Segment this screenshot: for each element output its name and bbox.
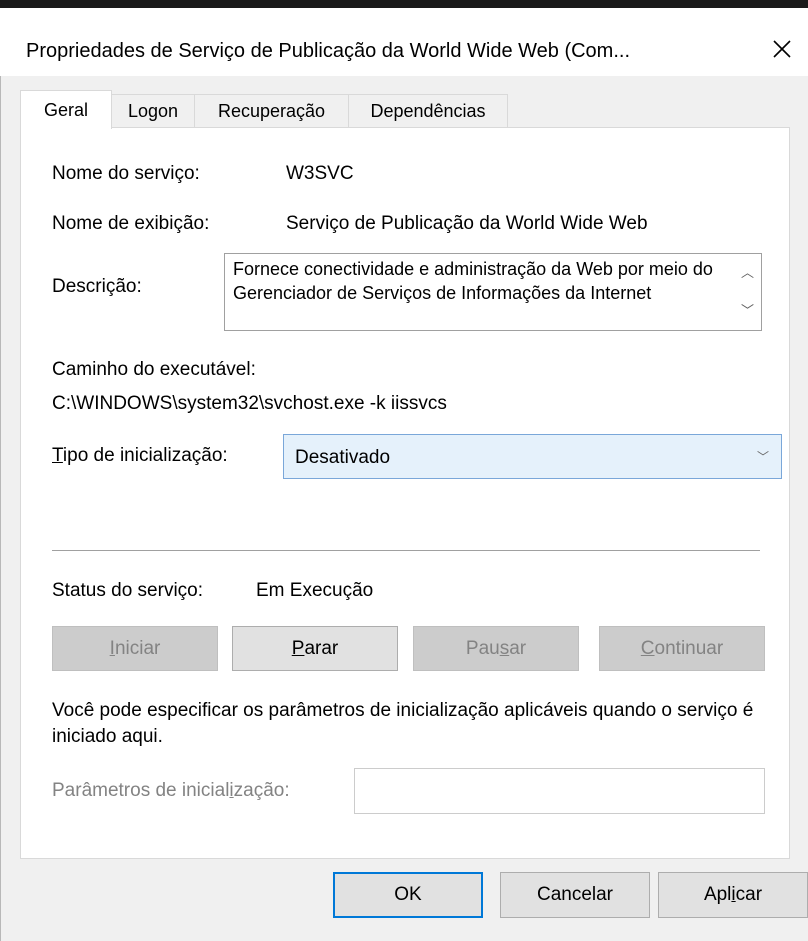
window-title: Propriedades de Serviço de Publicação da… <box>26 40 630 62</box>
tab-logon[interactable]: Logon <box>111 94 195 127</box>
tab-label: Geral <box>43 99 88 120</box>
service-status-value: Em Execução <box>256 580 374 601</box>
scroll-down-icon[interactable]: ﹀ <box>741 300 754 319</box>
screen-top-strip <box>0 0 808 8</box>
close-icon <box>773 40 791 58</box>
continue-button[interactable]: Continuar <box>599 626 765 671</box>
exe-path-value: C:\WINDOWS\system32\svchost.exe -k iissv… <box>52 393 447 414</box>
pause-button[interactable]: Pau s ar <box>413 626 579 671</box>
startup-params-input[interactable] <box>354 768 765 814</box>
cancel-button[interactable]: Cancelar <box>500 872 650 918</box>
tab-label: Dependências <box>370 100 486 121</box>
description-label: Descrição: <box>52 276 142 297</box>
separator <box>52 550 760 551</box>
startup-type-label: Tipo de inicialização: <box>52 445 228 466</box>
startup-type-select[interactable]: Desativado ﹀ <box>283 434 782 479</box>
startup-params-label: Parâmetros de inicialização: <box>52 780 290 801</box>
service-name-label: Nome do serviço: <box>52 163 200 184</box>
chevron-down-icon: ﹀ <box>756 450 769 464</box>
service-status-label: Status do serviço: <box>52 580 204 601</box>
stop-button[interactable]: Parar <box>232 626 398 671</box>
window-border <box>0 8 1 941</box>
scroll-up-icon[interactable]: ︿ <box>741 262 754 281</box>
apply-button[interactable]: Apl i car <box>658 872 808 918</box>
close-button[interactable] <box>759 26 805 72</box>
tab-label: Logon <box>127 100 179 121</box>
startup-type-value: Desativado <box>295 447 391 468</box>
display-name-value: Serviço de Publicação da World Wide Web <box>286 213 648 234</box>
exe-path-label: Caminho do executável: <box>52 359 256 380</box>
display-name-label: Nome de exibição: <box>52 213 210 234</box>
tab-dependencias[interactable]: Dependências <box>348 94 508 127</box>
startup-params-info: Você pode especificar os parâmetros de i… <box>52 700 754 747</box>
tab-label: Recuperação <box>217 100 326 121</box>
description-box[interactable]: Fornece conectividade e administração da… <box>224 253 762 331</box>
description-text: Fornece conectividade e administração da… <box>233 259 713 303</box>
tab-geral[interactable]: Geral <box>20 90 112 129</box>
start-button[interactable]: Iniciar <box>52 626 218 671</box>
service-name-value: W3SVC <box>286 163 354 184</box>
description-scrollbar[interactable]: ︿ ﹀ <box>735 254 761 330</box>
title-bar[interactable]: Propriedades de Serviço de Publicação da… <box>0 8 808 76</box>
tab-recuperacao[interactable]: Recuperação <box>194 94 349 127</box>
ok-button[interactable]: OK <box>333 872 483 918</box>
